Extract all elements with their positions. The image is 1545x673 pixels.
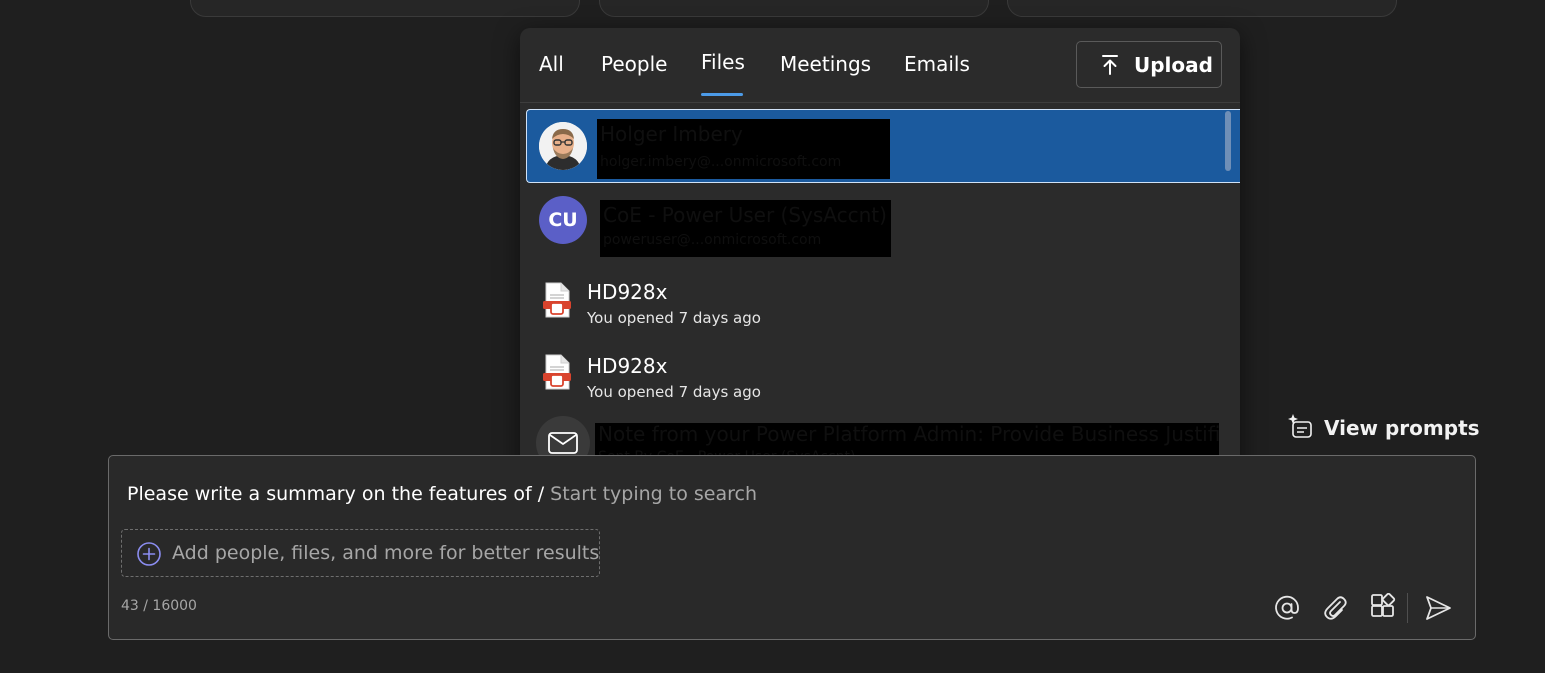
tab-files[interactable]: Files (701, 50, 745, 74)
character-count: 43 / 16000 (121, 598, 197, 614)
tab-meetings[interactable]: Meetings (780, 52, 871, 76)
result-person-item[interactable]: Holger Imbery holger.imbery@...onmicroso… (526, 109, 1240, 183)
pdf-file-icon (543, 282, 571, 318)
result-file-item[interactable]: HD928x You opened 7 days ago (526, 334, 1240, 408)
result-person-name: CoE - Power User (SysAccnt) (603, 203, 887, 227)
result-email-subject: Note from your Power Platform Admin: Pro… (598, 423, 1219, 446)
compose-box[interactable]: Please write a summary on the features o… (108, 455, 1476, 640)
view-prompts-label: View prompts (1324, 416, 1480, 440)
upload-icon (1102, 55, 1118, 75)
upload-button-label: Upload (1134, 53, 1213, 77)
background-card (190, 0, 580, 17)
scrollbar-thumb[interactable] (1225, 111, 1231, 171)
result-person-name: Holger Imbery (600, 122, 743, 146)
result-file-item[interactable]: HD928x You opened 7 days ago (526, 260, 1240, 334)
mail-icon (548, 432, 578, 454)
prompt-input[interactable]: Please write a summary on the features o… (127, 483, 757, 505)
result-file-detail: You opened 7 days ago (587, 383, 761, 401)
tab-emails[interactable]: Emails (904, 52, 970, 76)
active-tab-indicator (701, 93, 743, 96)
apps-icon[interactable] (1368, 593, 1398, 623)
tab-bar: All People Files Meetings Emails Upload (520, 28, 1240, 103)
prompts-sparkle-icon (1288, 414, 1312, 438)
redacted-block: CoE - Power User (SysAccnt) poweruser@..… (600, 200, 891, 257)
search-placeholder: Start typing to search (550, 483, 758, 505)
prompt-text: Please write a summary on the features o… (127, 483, 545, 505)
avatar: CU (539, 196, 587, 244)
background-card (1007, 0, 1397, 17)
upload-button[interactable]: Upload (1076, 41, 1222, 88)
mention-icon[interactable] (1272, 593, 1302, 623)
tab-all[interactable]: All (539, 52, 564, 76)
toolbar-divider (1407, 593, 1408, 623)
results-list: Holger Imbery holger.imbery@...onmicroso… (520, 108, 1240, 478)
result-person-email: poweruser@...onmicrosoft.com (603, 232, 822, 248)
result-file-name: HD928x (587, 354, 668, 378)
add-context-label: Add people, files, and more for better r… (172, 542, 600, 564)
background-card (599, 0, 989, 17)
tab-people[interactable]: People (601, 52, 667, 76)
result-person-item[interactable]: CU CoE - Power User (SysAccnt) poweruser… (526, 184, 1240, 258)
paperclip-icon[interactable] (1320, 593, 1350, 623)
send-icon[interactable] (1423, 593, 1453, 623)
search-popup: All People Files Meetings Emails Upload (520, 28, 1240, 478)
result-person-email: holger.imbery@...onmicrosoft.com (600, 154, 842, 170)
redacted-block: Holger Imbery holger.imbery@...onmicroso… (597, 119, 890, 179)
add-context-button[interactable]: Add people, files, and more for better r… (121, 529, 600, 577)
avatar (539, 122, 587, 170)
add-circle-icon (137, 542, 161, 566)
result-file-name: HD928x (587, 280, 668, 304)
result-file-detail: You opened 7 days ago (587, 309, 761, 327)
person-avatar-icon (539, 122, 587, 170)
pdf-file-icon (543, 354, 571, 390)
